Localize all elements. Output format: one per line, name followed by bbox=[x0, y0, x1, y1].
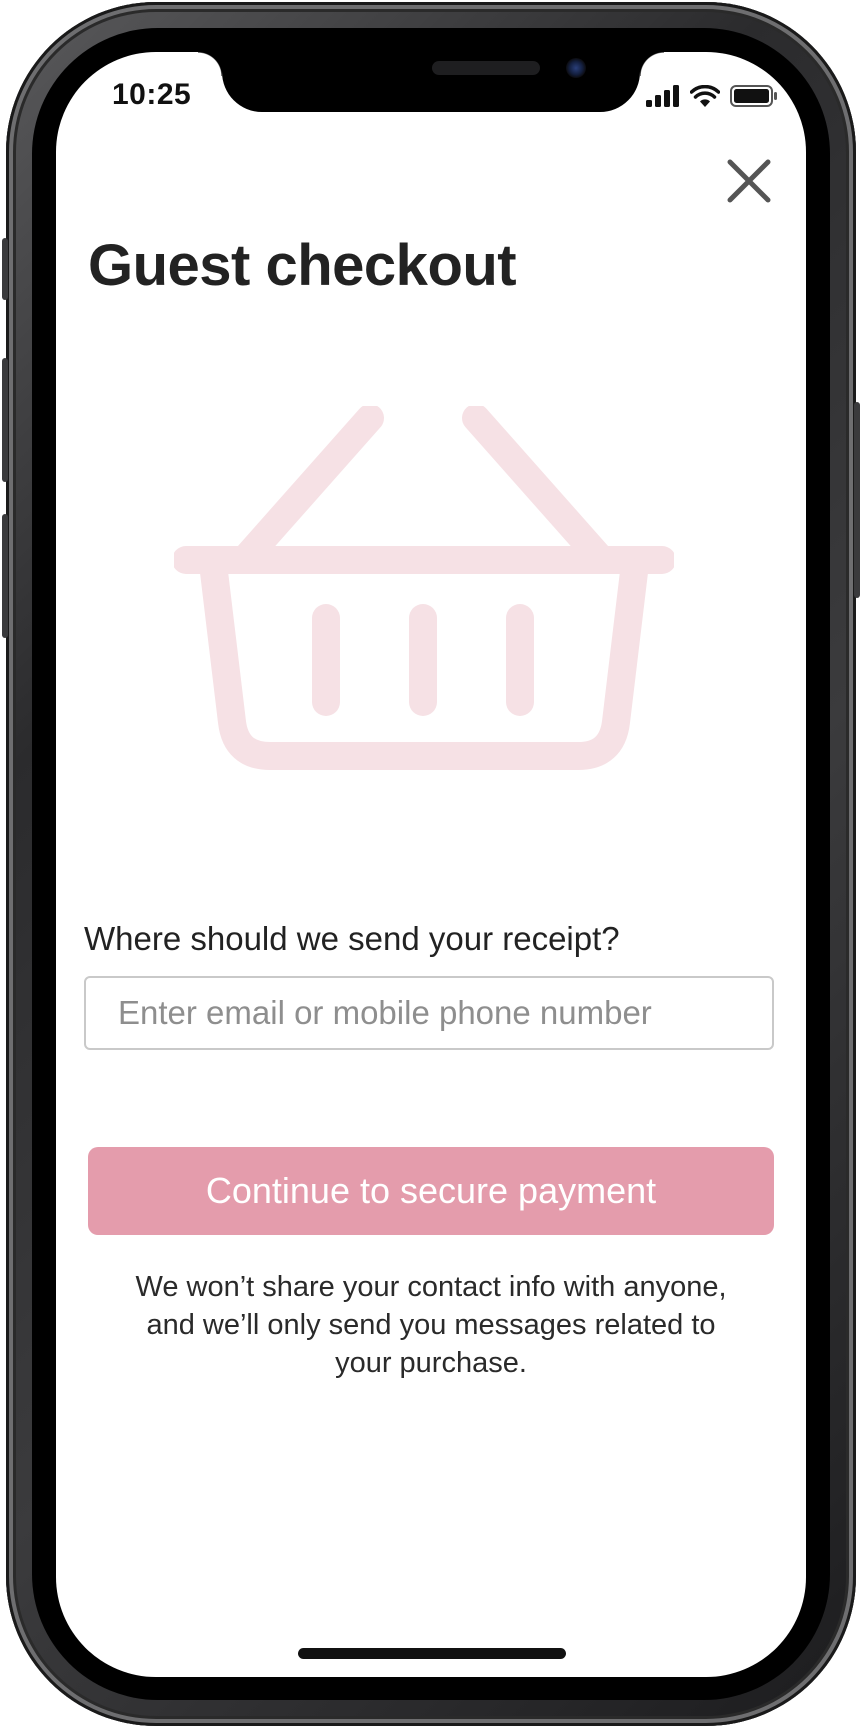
volume-up-button bbox=[2, 358, 8, 482]
shopping-basket-icon bbox=[174, 406, 674, 770]
page-title: Guest checkout bbox=[88, 233, 517, 298]
earpiece-speaker bbox=[432, 61, 540, 75]
close-button[interactable] bbox=[724, 156, 774, 206]
privacy-note: We won’t share your contact info with an… bbox=[135, 1271, 727, 1379]
power-button bbox=[854, 402, 860, 598]
continue-to-payment-button[interactable]: Continue to secure payment bbox=[88, 1147, 774, 1235]
notch bbox=[198, 52, 664, 112]
status-time: 10:25 bbox=[112, 78, 192, 111]
wifi-icon bbox=[690, 85, 720, 107]
silent-switch bbox=[2, 238, 8, 300]
home-indicator[interactable] bbox=[298, 1648, 566, 1659]
receipt-field-label: Where should we send your receipt? bbox=[84, 920, 620, 957]
cellular-signal-icon bbox=[646, 85, 679, 107]
front-camera bbox=[566, 58, 586, 78]
receipt-contact-input[interactable] bbox=[84, 976, 774, 1050]
volume-down-button bbox=[2, 514, 8, 638]
battery-icon bbox=[730, 85, 777, 107]
screen: 10:25 Guest checkout Where should we sen… bbox=[56, 52, 806, 1677]
close-icon bbox=[727, 159, 771, 203]
status-icons bbox=[646, 84, 778, 108]
